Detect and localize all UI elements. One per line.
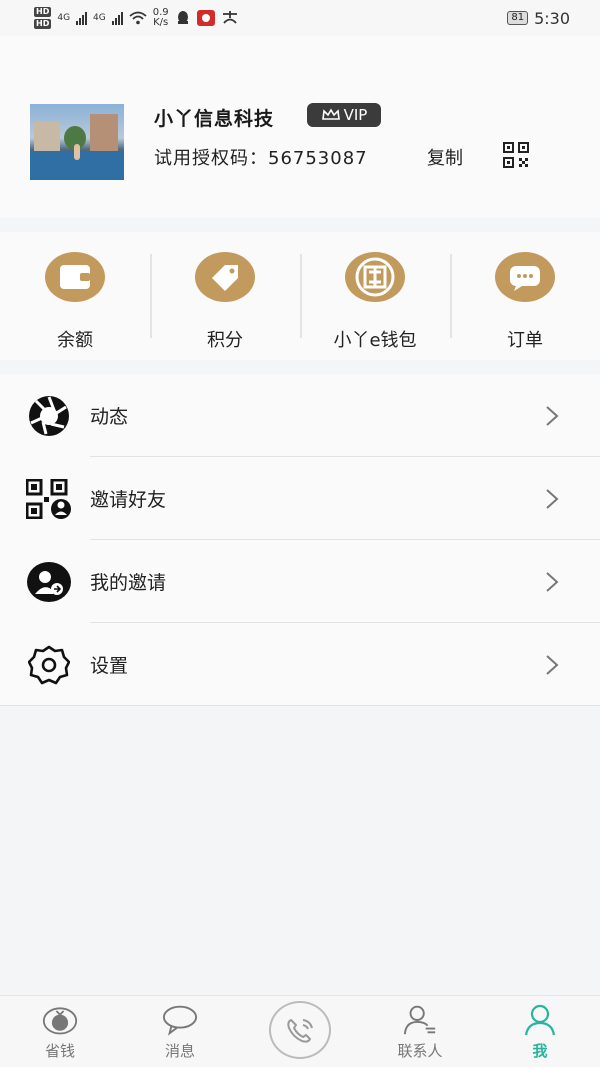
- avatar[interactable]: [30, 104, 124, 180]
- tab-label: 消息: [164, 1042, 195, 1060]
- quick-label: 小丫e钱包: [333, 330, 417, 351]
- signal-icon: [76, 11, 88, 25]
- tab-label: 省钱: [44, 1042, 75, 1060]
- qq-icon: [177, 11, 188, 24]
- wifi-icon: [129, 11, 147, 25]
- quick-label: 积分: [207, 330, 243, 351]
- settings-icon: [26, 642, 72, 688]
- net-speed: 0.9 K/s: [152, 7, 169, 28]
- hd1-label: HD: [34, 7, 52, 17]
- network-type-1: 4G: [57, 13, 71, 23]
- alipay-icon: [222, 11, 237, 24]
- ecny-coin-icon: [345, 252, 405, 302]
- trial-code: 试用授权码：56753087: [154, 144, 368, 170]
- status-bar: HD HD 4G 4G 0.9 K/s 81 5:30: [0, 0, 600, 36]
- menu-label: 邀请好友: [90, 489, 167, 511]
- call-button-container: [240, 996, 360, 1067]
- order-chat-icon: [495, 252, 555, 302]
- hd2-label: HD: [34, 19, 52, 29]
- chevron-right-icon: [546, 571, 559, 592]
- aperture-icon: [26, 393, 72, 439]
- quick-label: 余额: [57, 330, 93, 351]
- quick-ewallet[interactable]: 小丫e钱包: [300, 232, 450, 360]
- tag-icon: [195, 252, 255, 302]
- my-invite-icon: [26, 559, 72, 605]
- quick-label: 订单: [507, 330, 543, 351]
- quick-orders[interactable]: 订单: [450, 232, 600, 360]
- wallet-icon: [45, 252, 105, 302]
- quick-points[interactable]: 积分: [150, 232, 300, 360]
- network-type-2: 4G: [93, 13, 106, 23]
- quick-balance[interactable]: 余额: [0, 232, 150, 360]
- chevron-right-icon: [546, 488, 559, 509]
- call-button[interactable]: [269, 1000, 331, 1059]
- tab-me[interactable]: 我: [480, 996, 600, 1067]
- money-bag-icon: [42, 1004, 78, 1036]
- copy-button[interactable]: 复制: [427, 144, 463, 170]
- tab-label: 联系人: [397, 1042, 443, 1060]
- crown-icon: [321, 108, 340, 120]
- hd-indicator: HD HD: [34, 6, 52, 30]
- signal-icon-2: [111, 11, 123, 25]
- qr-code-icon[interactable]: [503, 142, 529, 168]
- chat-bubble-icon: [162, 1004, 198, 1036]
- menu-item-moments[interactable]: 动态: [0, 374, 600, 457]
- tab-label: 我: [532, 1042, 548, 1060]
- company-name: 小丫信息科技: [154, 108, 275, 130]
- battery-icon: 81: [507, 11, 529, 25]
- phone-call-icon: [287, 1018, 313, 1043]
- trial-code-label: 试用授权码：: [154, 148, 268, 169]
- menu-item-settings[interactable]: 设置: [0, 623, 600, 706]
- clock: 5:30: [534, 8, 570, 28]
- tab-messages[interactable]: 消息: [120, 996, 240, 1067]
- chevron-right-icon: [546, 654, 559, 675]
- profile-card: 小丫信息科技 VIP 试用授权码：56753087 复制: [0, 36, 600, 218]
- menu-item-invite-friends[interactable]: 邀请好友: [0, 457, 600, 540]
- contacts-icon: [402, 1004, 438, 1036]
- trial-code-value: 56753087: [268, 148, 368, 169]
- qr-invite-icon: [26, 476, 72, 522]
- user-icon: [522, 1004, 558, 1036]
- bottom-tab-bar: 省钱 消息 联系人 我: [0, 995, 600, 1067]
- vip-label: VIP: [343, 106, 368, 124]
- menu-label: 我的邀请: [90, 572, 167, 594]
- quick-actions: 余额 积分 小丫e钱包 订单: [0, 232, 600, 360]
- chevron-right-icon: [546, 405, 559, 426]
- menu-item-my-invites[interactable]: 我的邀请: [0, 540, 600, 623]
- tab-contacts[interactable]: 联系人: [360, 996, 480, 1067]
- app-notification-icon: [196, 10, 215, 26]
- tab-save-money[interactable]: 省钱: [0, 996, 120, 1067]
- menu-list: 动态 邀请好友 我的邀请 设置: [0, 374, 600, 706]
- vip-badge: VIP: [307, 103, 381, 127]
- menu-label: 设置: [90, 655, 129, 677]
- menu-label: 动态: [90, 406, 129, 428]
